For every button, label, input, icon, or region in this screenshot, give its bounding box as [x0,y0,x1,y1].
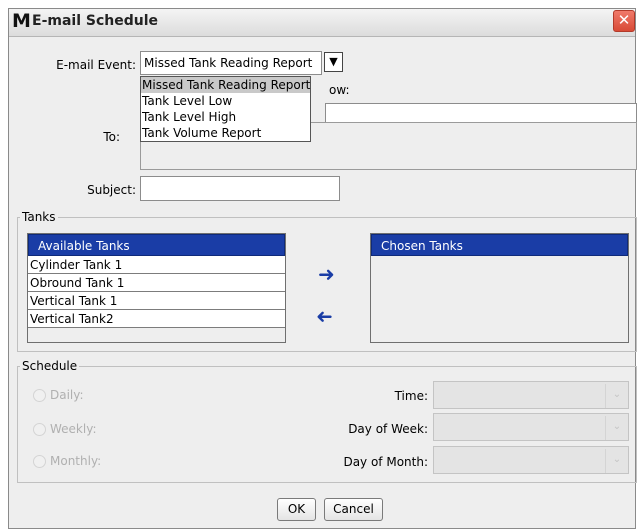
window-title: E-mail Schedule [32,13,159,29]
dropdown-option[interactable]: Tank Volume Report [141,125,310,141]
day-of-week-select[interactable]: ⌄ [433,413,629,441]
dropdown-option[interactable]: Tank Level High [141,109,310,125]
daily-radio[interactable] [33,389,46,402]
list-item[interactable]: Cylinder Tank 1 [28,256,285,274]
chevron-down-icon[interactable]: ▼ [324,52,343,72]
day-of-month-label: Day of Month: [343,455,428,469]
chevron-down-icon: ⌄ [605,449,628,473]
weekly-radio[interactable] [33,423,46,436]
hidden-field-label: ow: [329,83,350,97]
weekly-label: Weekly: [50,422,97,436]
chosen-tanks-header: Chosen Tanks [371,234,628,256]
subject-input[interactable] [140,176,340,201]
monthly-label: Monthly: [50,454,102,468]
time-label: Time: [394,389,428,403]
available-tanks-list: Available Tanks Cylinder Tank 1 Obround … [27,233,286,343]
arrow-right-icon[interactable]: ➜ [318,264,335,284]
monthly-radio[interactable] [33,455,46,468]
chevron-down-icon: ⌄ [605,384,628,408]
close-icon[interactable]: ✕ [613,10,635,32]
email-event-dropdown: Missed Tank Reading Report Tank Level Lo… [140,76,311,142]
cancel-button[interactable]: Cancel [324,498,383,521]
arrow-left-icon[interactable]: ➜ [316,304,333,328]
email-event-label: E-mail Event: [56,58,136,72]
day-of-week-label: Day of Week: [348,422,428,436]
email-event-select[interactable]: Missed Tank Reading Report [140,51,322,75]
app-logo: M [12,10,31,32]
subject-label: Subject: [87,183,136,197]
available-tanks-header: Available Tanks [28,234,285,256]
chevron-down-icon: ⌄ [605,416,628,440]
tanks-legend: Tanks [22,210,56,224]
dropdown-option[interactable]: Missed Tank Reading Report [141,77,310,93]
day-of-month-select[interactable]: ⌄ [433,446,629,474]
time-select[interactable]: ⌄ [433,381,629,409]
daily-label: Daily: [50,388,84,402]
ok-button[interactable]: OK [277,498,316,521]
list-item[interactable]: Vertical Tank 1 [28,292,285,310]
schedule-legend: Schedule [22,359,78,373]
address-input[interactable] [325,103,637,123]
list-item[interactable]: Obround Tank 1 [28,274,285,292]
chosen-tanks-list: Chosen Tanks [370,233,629,343]
dropdown-option[interactable]: Tank Level Low [141,93,310,109]
list-item[interactable]: Vertical Tank2 [28,310,285,328]
to-label: To: [103,130,120,144]
